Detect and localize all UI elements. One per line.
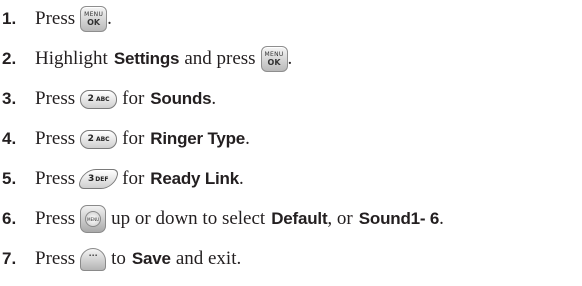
step-number: 7.: [2, 249, 17, 268]
step-text: Press: [35, 88, 76, 109]
step-number: 3.: [2, 89, 17, 108]
step-number: 2.: [2, 49, 17, 68]
step-text: .: [287, 48, 293, 69]
step-number: 4.: [2, 129, 17, 148]
step-1: 1. Press MENU OK .: [0, 2, 112, 36]
step-text: and exit.: [175, 248, 242, 269]
navigation-key-icon: MENU: [80, 205, 107, 233]
step-keyword: Ringer Type: [150, 129, 246, 148]
left-softkey-icon: ···: [80, 247, 107, 271]
step-text: .: [211, 88, 217, 109]
step-text: Press: [35, 8, 76, 29]
step-4: 4. Press 2 ABC for Ringer Type .: [0, 122, 250, 156]
step-2: 2. Highlight Settings and press MENU OK …: [0, 42, 292, 76]
step-6: 6. Press MENU up or down to select Defau…: [0, 202, 444, 236]
step-5: 5. Press 3DEF for Ready Link .: [0, 162, 244, 196]
step-text: up or down to select: [111, 208, 266, 229]
step-3: 3. Press 2 ABC for Sounds .: [0, 82, 216, 116]
step-text: , or: [327, 208, 353, 229]
step-text: for: [122, 88, 145, 109]
step-number: 5.: [2, 169, 17, 188]
step-text: for: [122, 168, 145, 189]
menu-ok-key-icon: MENU OK: [260, 46, 288, 72]
step-keyword: Ready Link: [150, 169, 239, 188]
menu-ok-key-icon: MENU OK: [80, 6, 108, 32]
step-number: 1.: [2, 9, 17, 28]
step-text: for: [122, 128, 145, 149]
key-3def-icon: 3DEF: [77, 169, 120, 189]
step-text: Press: [35, 128, 76, 149]
step-text: Press: [35, 248, 76, 269]
step-text: .: [245, 128, 250, 149]
step-7: 7. Press ··· to Save and exit.: [0, 242, 241, 276]
step-text: and press: [184, 48, 256, 69]
step-text: Press: [35, 208, 76, 229]
step-number: 6.: [2, 209, 17, 228]
step-text: Highlight: [35, 48, 108, 69]
step-keyword: Settings: [113, 49, 180, 68]
step-keyword: Sound1- 6: [358, 209, 440, 228]
key-2abc-icon: 2 ABC: [80, 89, 118, 109]
step-keyword: Sounds: [150, 89, 212, 108]
step-keyword: Save: [131, 249, 171, 268]
step-text: to: [111, 248, 126, 269]
step-text: .: [238, 168, 244, 189]
step-keyword: Default: [271, 209, 328, 228]
step-text: Press: [35, 168, 76, 189]
step-text: .: [439, 208, 444, 229]
step-text: .: [107, 8, 112, 29]
key-2abc-icon: 2 ABC: [80, 129, 118, 149]
